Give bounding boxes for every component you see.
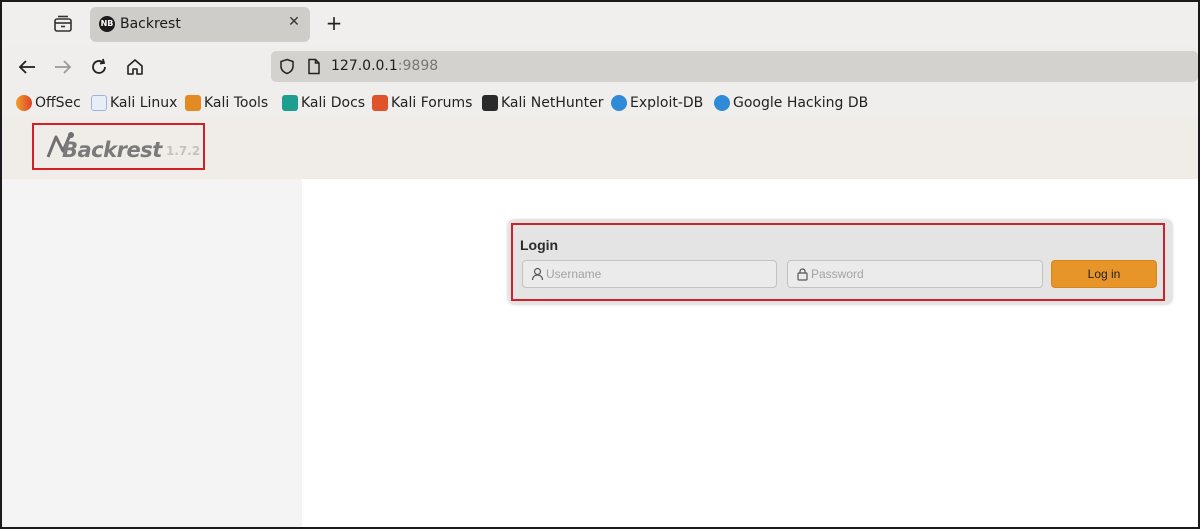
kali-dragon-icon	[91, 95, 107, 111]
bookmark-label: Exploit-DB	[630, 95, 704, 111]
kali-tools-icon	[185, 95, 201, 111]
nethunter-icon	[482, 95, 498, 111]
bookmarks-toolbar: OffSec Kali Linux Kali Tools Kali Docs K…	[2, 88, 1198, 117]
bookmark-label: OffSec	[35, 95, 81, 111]
bookmark-label: Kali Forums	[391, 95, 473, 111]
logo-text: Backrest	[62, 138, 162, 162]
forward-arrow-icon[interactable]	[52, 56, 74, 78]
user-icon	[531, 267, 544, 281]
kali-docs-icon	[282, 95, 298, 111]
reload-icon[interactable]	[88, 56, 110, 78]
bookmark-label: Google Hacking DB	[733, 95, 869, 111]
bookmark-kali-forums[interactable]: Kali Forums	[372, 93, 472, 113]
ghdb-icon	[714, 95, 730, 111]
url-bar[interactable]: 127.0.0.1:9898	[271, 51, 1198, 82]
tab-overview-icon[interactable]	[52, 14, 74, 34]
bookmark-kali-nethunter[interactable]: Kali NetHunter	[482, 93, 603, 113]
back-arrow-icon[interactable]	[16, 56, 38, 78]
login-button[interactable]: Log in	[1051, 260, 1157, 288]
app-header: Backrest 1.7.2	[2, 117, 1198, 179]
tab-title: Backrest	[120, 16, 181, 32]
login-card: Login Log in	[508, 220, 1172, 304]
tab-strip: NB Backrest ✕ +	[2, 2, 1198, 46]
bookmark-label: Kali Docs	[301, 95, 366, 111]
login-title: Login	[520, 237, 559, 253]
bookmark-label: Kali NetHunter	[501, 95, 604, 111]
bookmark-label: Kali Tools	[204, 95, 269, 111]
bookmark-label: Kali Linux	[110, 95, 178, 111]
browser-window: NB Backrest ✕ + 127.0.0.1:9898 OffSec Ka…	[0, 0, 1200, 529]
bookmark-google-hacking-db[interactable]: Google Hacking DB	[714, 93, 868, 113]
bookmark-kali-tools[interactable]: Kali Tools	[185, 93, 268, 113]
version-label: 1.7.2	[166, 144, 201, 158]
sidebar	[2, 179, 302, 527]
tab-backrest[interactable]: NB Backrest ✕	[90, 7, 310, 42]
kali-forums-icon	[372, 95, 388, 111]
lock-icon	[797, 268, 808, 281]
offsec-icon	[16, 95, 32, 111]
url-text: 127.0.0.1:9898	[331, 58, 439, 74]
username-field[interactable]	[522, 260, 777, 288]
bookmark-exploit-db[interactable]: Exploit-DB	[611, 93, 703, 113]
shield-icon[interactable]	[279, 58, 295, 75]
password-input[interactable]	[811, 261, 1031, 287]
password-field[interactable]	[787, 260, 1043, 288]
exploit-db-icon	[611, 95, 627, 111]
navigation-bar: 127.0.0.1:9898	[2, 46, 1198, 88]
main-content: Login Log in	[302, 179, 1198, 527]
bookmark-kali-linux[interactable]: Kali Linux	[91, 93, 177, 113]
close-icon[interactable]: ✕	[286, 14, 302, 30]
home-icon[interactable]	[124, 56, 146, 78]
page-icon[interactable]	[307, 58, 321, 75]
username-input[interactable]	[546, 261, 766, 287]
plus-icon[interactable]: +	[324, 11, 344, 35]
bookmark-offsec[interactable]: OffSec	[16, 93, 81, 113]
backrest-favicon-icon: NB	[99, 16, 115, 32]
bookmark-kali-docs[interactable]: Kali Docs	[282, 93, 365, 113]
logo-highlight: Backrest 1.7.2	[32, 123, 205, 170]
